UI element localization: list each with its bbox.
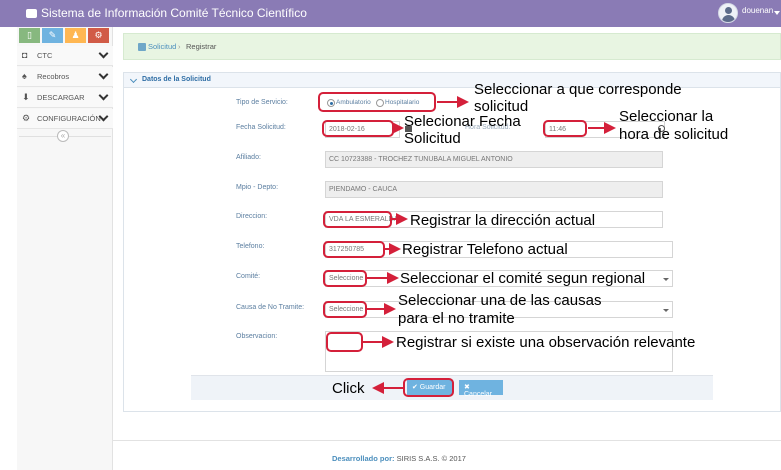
gears-icon: ⚙ — [22, 113, 31, 123]
telefono-highlight — [323, 241, 385, 258]
shortcut-chart-button[interactable]: ▯ — [19, 28, 40, 43]
sidebar-item-label: Recobros — [37, 72, 70, 81]
causa-highlight — [323, 301, 367, 318]
briefcase-icon — [26, 9, 37, 18]
afiliado-field: CC 10723388 - TROCHEZ TUNUBALA MIGUEL AN… — [325, 151, 663, 168]
bell-icon: ♠ — [22, 71, 27, 81]
sidebar-shortcuts: ▯ ✎ ♟ ⚙ — [17, 27, 113, 44]
sidebar-item-recobros[interactable]: ♠ Recobros — [17, 67, 113, 87]
direccion-highlight — [323, 211, 392, 228]
panel-title: Datos de la Solicitud — [142, 76, 211, 83]
telefono-label: Telefono: — [236, 243, 265, 250]
user-name[interactable]: douenan — [742, 6, 773, 15]
annotation-telefono: Registrar Telefono actual — [402, 241, 568, 258]
annotation-comite: Seleccionar el comité segun regional — [400, 270, 646, 287]
comite-label: Comité: — [236, 273, 261, 280]
sidebar-item-descargar[interactable]: ⬇ DESCARGAR — [17, 88, 113, 108]
sidebar-item-label: CTC — [37, 51, 53, 60]
annotation-fecha-line2: Solicitud — [404, 130, 461, 147]
observacion-highlight — [326, 332, 363, 352]
user-menu-caret-icon[interactable] — [774, 11, 780, 15]
save-highlight — [403, 378, 454, 397]
user-avatar[interactable] — [718, 3, 738, 23]
fecha-highlight — [322, 120, 394, 137]
app-title: Sistema de Información Comité Técnico Ci… — [41, 6, 307, 20]
causa-no-tramite-label: Causa de No Tramite: — [236, 304, 305, 311]
chevron-down-icon — [98, 90, 109, 101]
footer-divider — [113, 440, 781, 441]
annotation-causa-line1: Seleccionar una de las causas — [398, 292, 602, 309]
sidebar-item-label: DESCARGAR — [37, 93, 85, 102]
mpio-depto-field: PIENDAMO - CAUCA — [325, 181, 663, 198]
annotation-hora-line2: hora de solicitud — [619, 126, 729, 143]
annotation-fecha-line1: Selecionar Fecha — [404, 113, 521, 130]
comite-highlight — [323, 270, 367, 287]
sidebar-item-label: CONFIGURACIÓN — [37, 114, 101, 123]
top-navbar: Sistema de Información Comité Técnico Ci… — [0, 0, 781, 27]
sidebar-item-configuracion[interactable]: ⚙ CONFIGURACIÓN — [17, 109, 113, 129]
download-icon: ⬇ — [22, 92, 30, 102]
direccion-label: Direccion: — [236, 213, 268, 220]
shortcut-settings-button[interactable]: ⚙ — [88, 28, 109, 43]
tipo-highlight — [318, 92, 436, 112]
tipo-servicio-label: Tipo de Servicio: — [236, 99, 288, 106]
sidebar: ▯ ✎ ♟ ⚙ ◘ CTC ♠ Recobros ⬇ DESCARGAR ⚙ C… — [17, 27, 113, 470]
footer-prefix: Desarrollado por: — [332, 454, 395, 463]
afiliado-label: Afiliado: — [236, 154, 261, 161]
shortcut-users-button[interactable]: ♟ — [65, 28, 86, 43]
breadcrumb: Solicitud › Registrar — [123, 33, 781, 60]
annotation-click: Click — [332, 380, 365, 397]
page-footer: Desarrollado por: SIRIS S.A.S. © 2017 — [332, 454, 466, 463]
cancel-button[interactable]: ✖ Cancelar — [459, 380, 503, 398]
annotation-tipo-line1: Seleccionar a que corresponde — [474, 81, 682, 98]
footer-text: SIRIS S.A.S. © 2017 — [396, 454, 466, 463]
annotation-observacion: Registrar si existe una observación rele… — [396, 334, 696, 351]
chevron-down-icon — [663, 309, 669, 312]
breadcrumb-separator: › — [178, 42, 181, 51]
chevron-down-icon — [663, 278, 669, 281]
annotation-direccion: Registrar la dirección actual — [410, 212, 596, 229]
breadcrumb-solicitud-link[interactable]: Solicitud — [148, 42, 176, 51]
breadcrumb-current: Registrar — [186, 42, 217, 51]
annotation-hora-line1: Seleccionar la — [619, 108, 714, 125]
hora-highlight — [543, 120, 587, 137]
shortcut-pencil-button[interactable]: ✎ — [42, 28, 63, 43]
observacion-label: Observacion: — [236, 333, 278, 340]
annotation-causa-line2: para el no tramite — [398, 310, 515, 327]
home-icon — [138, 43, 146, 51]
chevron-down-icon — [98, 48, 109, 59]
chevron-down-icon — [129, 75, 138, 84]
camera-icon: ◘ — [22, 50, 28, 60]
chevron-down-icon — [98, 69, 109, 80]
sidebar-collapse-button[interactable]: « — [57, 130, 69, 142]
sidebar-item-ctc[interactable]: ◘ CTC — [17, 46, 113, 66]
mpio-depto-label: Mpio - Depto: — [236, 184, 279, 191]
fecha-solicitud-label: Fecha Solicitud: — [236, 124, 286, 131]
